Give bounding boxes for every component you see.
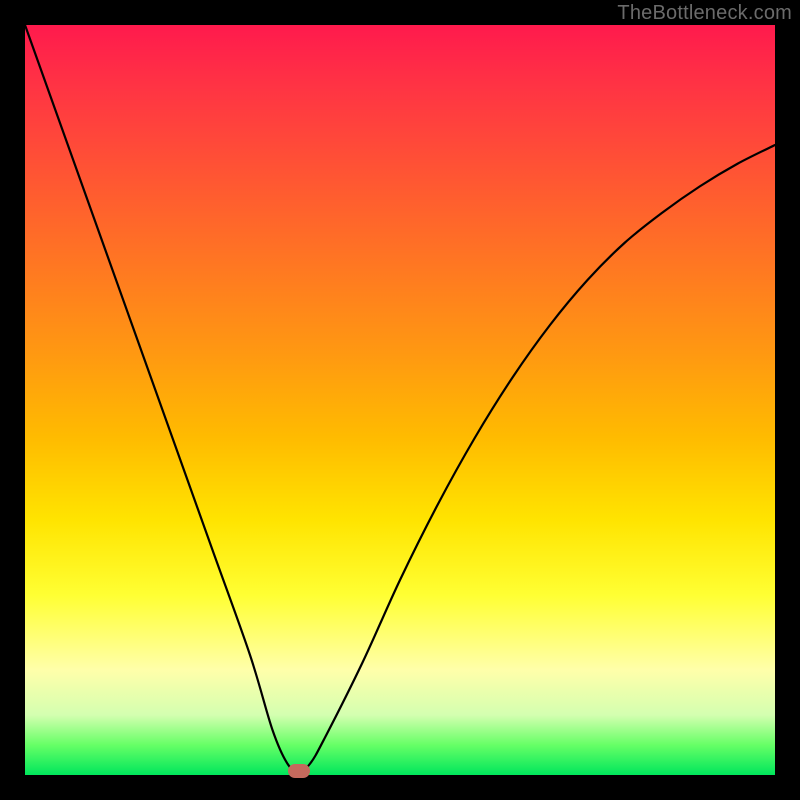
chart-frame: TheBottleneck.com (0, 0, 800, 800)
curve-layer (25, 25, 775, 775)
bottleneck-curve (25, 25, 775, 771)
plot-area (25, 25, 775, 775)
optimal-marker (288, 764, 310, 778)
watermark-text: TheBottleneck.com (617, 2, 792, 25)
